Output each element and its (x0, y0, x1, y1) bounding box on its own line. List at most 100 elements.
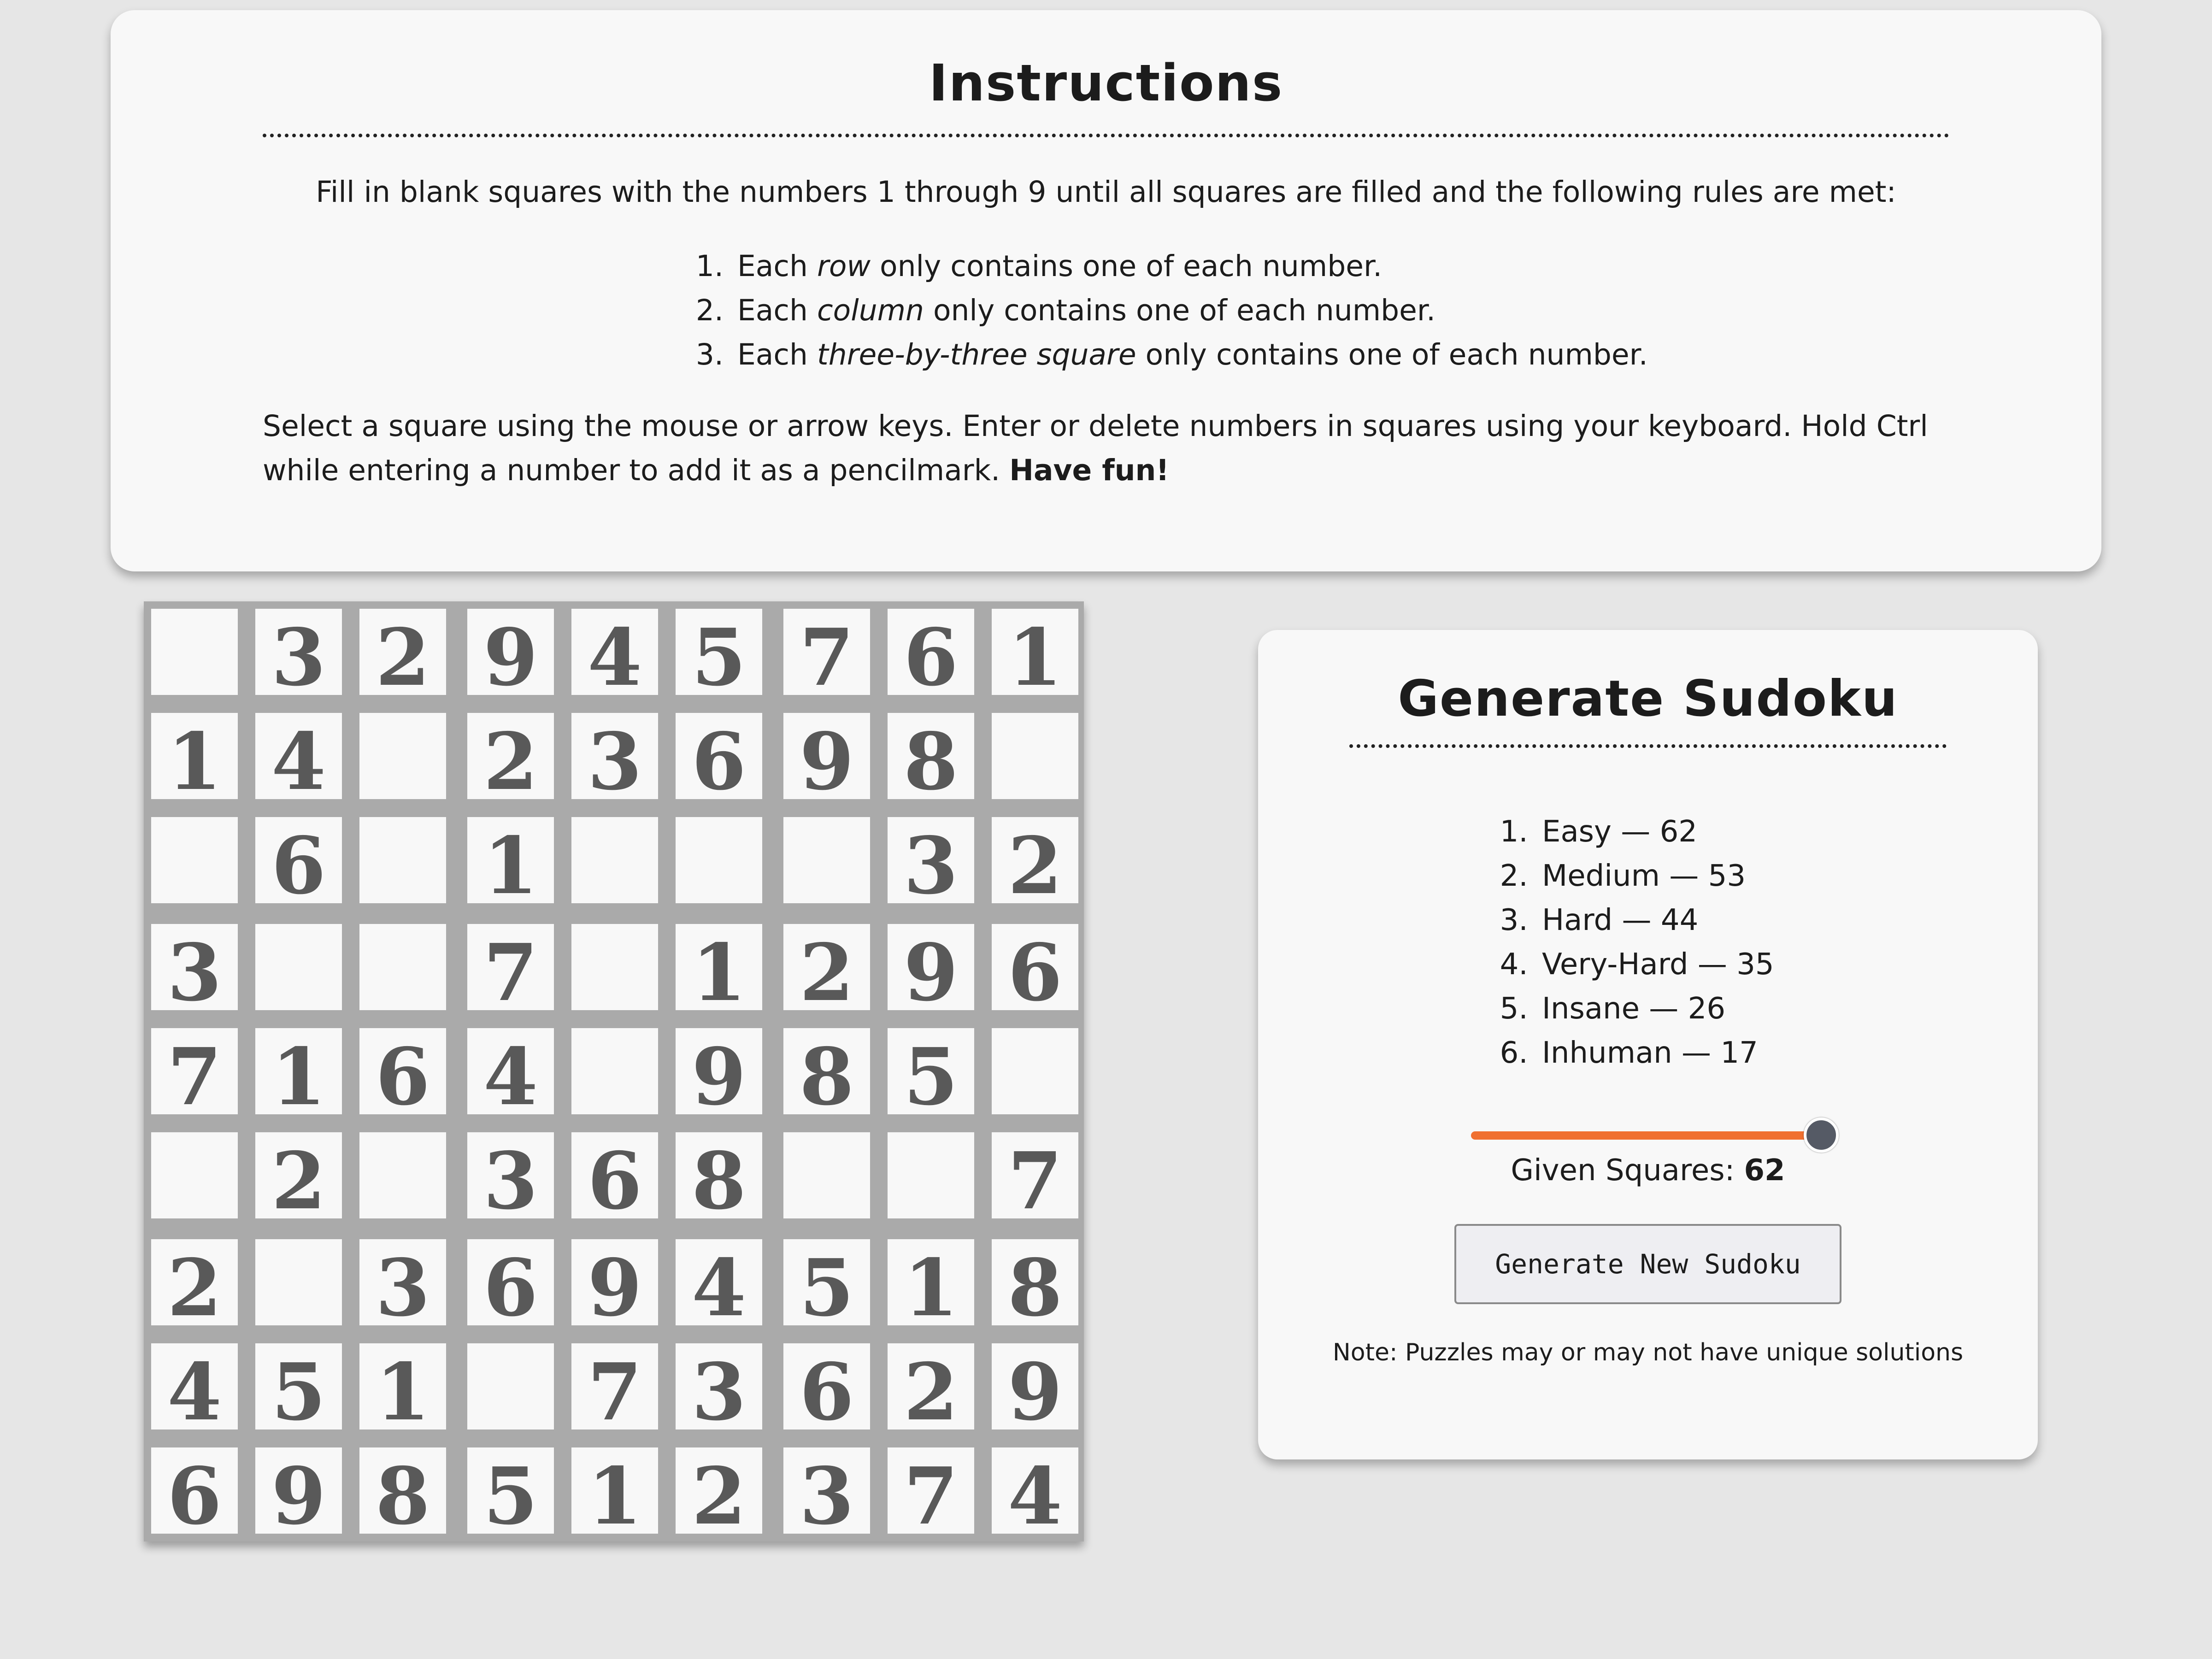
sudoku-cell[interactable] (779, 1128, 875, 1223)
sudoku-cell[interactable] (355, 812, 451, 908)
sudoku-cell[interactable]: 6 (251, 812, 347, 912)
sudoku-cell[interactable]: 1 (987, 604, 1083, 704)
sudoku-cell[interactable]: 6 (987, 919, 1083, 1019)
difficulty-label: Very-Hard (1542, 947, 1688, 982)
sudoku-cell[interactable] (251, 919, 347, 1015)
difficulty-sep: — (1659, 859, 1708, 893)
sudoku-cell[interactable]: 3 (463, 1128, 559, 1227)
sudoku-cell[interactable] (883, 1128, 979, 1223)
sudoku-cell[interactable]: 1 (251, 1024, 347, 1123)
sudoku-cell[interactable]: 2 (251, 1128, 347, 1227)
sudoku-cell[interactable]: 8 (883, 708, 979, 808)
sudoku-cell[interactable]: 3 (567, 708, 663, 808)
sudoku-cell[interactable]: 1 (463, 812, 559, 912)
sudoku-cell[interactable] (567, 812, 663, 908)
sudoku-cell[interactable]: 9 (671, 1024, 767, 1123)
given-squares-readout: Given Squares: 62 (1258, 1150, 2038, 1191)
sudoku-cell[interactable]: 6 (567, 1128, 663, 1227)
rule-text: only contains one of each number. (1136, 338, 1648, 371)
rule-text: Each (737, 338, 818, 371)
sudoku-cell[interactable]: 4 (671, 1235, 767, 1334)
sudoku-cell[interactable] (355, 1128, 451, 1223)
sudoku-cell[interactable]: 1 (355, 1339, 451, 1438)
sudoku-cell[interactable]: 5 (779, 1235, 875, 1334)
sudoku-cell[interactable]: 4 (987, 1443, 1083, 1542)
sudoku-cell[interactable]: 3 (671, 1339, 767, 1438)
sudoku-cell[interactable] (779, 812, 875, 908)
rule-emphasis: row (817, 249, 871, 283)
sudoku-cell[interactable]: 9 (987, 1339, 1083, 1438)
sudoku-cell[interactable] (251, 1235, 347, 1330)
given-squares-slider[interactable] (1471, 1117, 1839, 1153)
sudoku-cell[interactable] (147, 1128, 242, 1223)
sudoku-cell[interactable] (147, 604, 242, 700)
sudoku-cell[interactable] (987, 1024, 1083, 1119)
sudoku-cell[interactable]: 3 (355, 1235, 451, 1334)
sudoku-cell[interactable]: 7 (567, 1339, 663, 1438)
sudoku-cell[interactable] (463, 1339, 559, 1434)
sudoku-cell[interactable]: 7 (883, 1443, 979, 1542)
sudoku-cell[interactable]: 2 (987, 812, 1083, 912)
sudoku-cell[interactable]: 5 (883, 1024, 979, 1123)
generate-new-sudoku-button[interactable]: Generate New Sudoku (1454, 1224, 1841, 1304)
sudoku-cell[interactable]: 8 (355, 1443, 451, 1542)
sudoku-cell[interactable]: 7 (987, 1128, 1083, 1227)
sudoku-cell[interactable]: 1 (567, 1443, 663, 1542)
sudoku-cell[interactable]: 2 (671, 1443, 767, 1542)
sudoku-cell[interactable]: 7 (463, 919, 559, 1019)
sudoku-cell[interactable]: 9 (251, 1443, 347, 1542)
difficulty-sep: — (1688, 947, 1737, 982)
sudoku-cell[interactable]: 2 (355, 604, 451, 704)
sudoku-cell[interactable]: 9 (567, 1235, 663, 1334)
sudoku-cell[interactable]: 5 (463, 1443, 559, 1542)
sudoku-cell[interactable]: 6 (671, 708, 767, 808)
rule-item: Each row only contains one of each numbe… (733, 244, 1648, 288)
instructions-outro: Select a square using the mouse or arrow… (263, 404, 1986, 493)
sudoku-cell[interactable] (567, 1024, 663, 1119)
sudoku-cell[interactable]: 1 (147, 708, 242, 808)
sudoku-cell[interactable]: 2 (463, 708, 559, 808)
sudoku-cell[interactable]: 3 (883, 812, 979, 912)
sudoku-cell[interactable]: 1 (671, 919, 767, 1019)
sudoku-cell[interactable]: 2 (147, 1235, 242, 1334)
sudoku-cell[interactable]: 4 (251, 708, 347, 808)
sudoku-cell[interactable]: 5 (671, 604, 767, 704)
sudoku-cell[interactable]: 8 (671, 1128, 767, 1227)
sudoku-cell[interactable]: 9 (463, 604, 559, 704)
slider-thumb[interactable] (1804, 1118, 1839, 1153)
sudoku-cell[interactable]: 2 (883, 1339, 979, 1438)
difficulty-count: 62 (1659, 815, 1697, 849)
rules-list: Each row only contains one of each numbe… (636, 244, 1648, 377)
sudoku-cell[interactable]: 7 (147, 1024, 242, 1123)
difficulty-sep: — (1611, 815, 1660, 849)
sudoku-cell[interactable]: 6 (147, 1443, 242, 1542)
sudoku-cell[interactable] (987, 708, 1083, 804)
sudoku-cell[interactable]: 7 (779, 604, 875, 704)
sudoku-cell[interactable] (355, 708, 451, 804)
rule-item: Each column only contains one of each nu… (733, 288, 1648, 333)
sudoku-cell[interactable]: 8 (987, 1235, 1083, 1334)
sudoku-cell[interactable] (567, 919, 663, 1015)
sudoku-cell[interactable]: 9 (779, 708, 875, 808)
sudoku-cell[interactable]: 8 (779, 1024, 875, 1123)
sudoku-cell[interactable]: 3 (147, 919, 242, 1019)
sudoku-cell[interactable]: 3 (779, 1443, 875, 1542)
sudoku-cell[interactable]: 6 (883, 604, 979, 704)
difficulty-sep: — (1612, 903, 1661, 937)
slider-track[interactable] (1471, 1131, 1821, 1140)
sudoku-cell[interactable] (671, 812, 767, 908)
sudoku-cell[interactable]: 2 (779, 919, 875, 1019)
sudoku-cell[interactable]: 4 (567, 604, 663, 704)
sudoku-cell[interactable]: 9 (883, 919, 979, 1019)
sudoku-cell[interactable]: 5 (251, 1339, 347, 1438)
sudoku-cell[interactable]: 6 (779, 1339, 875, 1438)
sudoku-cell[interactable] (147, 812, 242, 908)
sudoku-cell[interactable]: 3 (251, 604, 347, 704)
sudoku-cell[interactable] (355, 919, 451, 1015)
sudoku-cell[interactable]: 4 (147, 1339, 242, 1438)
rule-emphasis: three-by-three square (817, 338, 1136, 371)
sudoku-cell[interactable]: 4 (463, 1024, 559, 1123)
sudoku-cell[interactable]: 6 (355, 1024, 451, 1123)
sudoku-cell[interactable]: 6 (463, 1235, 559, 1334)
sudoku-cell[interactable]: 1 (883, 1235, 979, 1334)
